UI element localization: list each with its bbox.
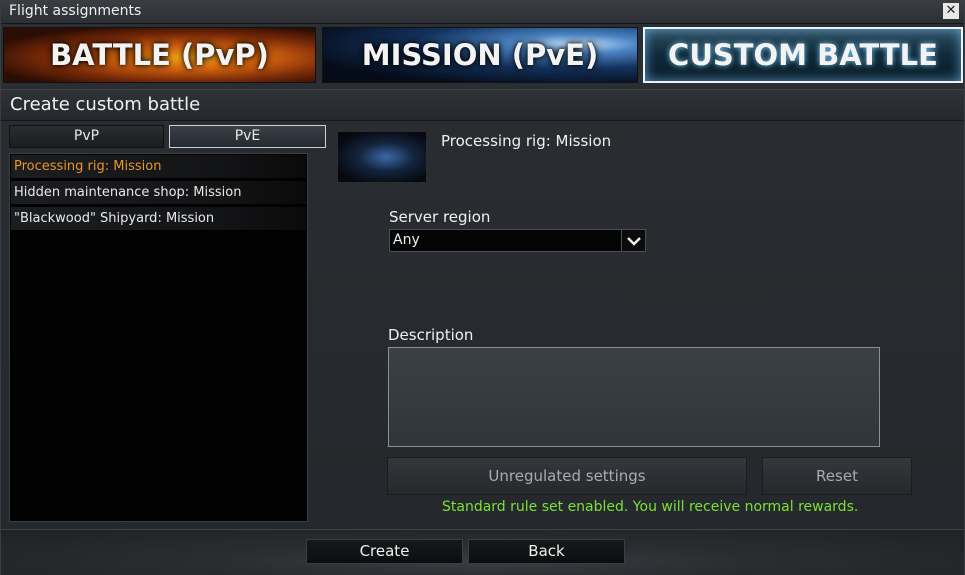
- mission-title: Processing rig: Mission: [441, 132, 612, 150]
- window-title: Flight assignments: [9, 3, 142, 19]
- tab-custom-battle[interactable]: CUSTOM BATTLE: [643, 27, 963, 83]
- close-button[interactable]: ✕: [943, 3, 959, 19]
- section-header: Create custom battle: [1, 89, 964, 121]
- back-button[interactable]: Back: [468, 539, 625, 564]
- mission-thumbnail: [337, 131, 427, 183]
- create-button[interactable]: Create: [306, 539, 463, 564]
- flight-assignments-window: Flight assignments ✕ BATTLE (PvP) MISSIO…: [0, 0, 965, 575]
- sub-tab-pvp[interactable]: PvP: [9, 125, 164, 148]
- chevron-down-icon[interactable]: [621, 230, 645, 251]
- sub-tab-pve[interactable]: PvE: [169, 125, 326, 148]
- status-text: Standard rule set enabled. You will rece…: [442, 499, 859, 515]
- description-label: Description: [388, 326, 474, 344]
- tab-mission-pve[interactable]: MISSION (PvE): [322, 27, 638, 83]
- close-icon: ✕: [945, 3, 957, 18]
- server-region-value: Any: [393, 232, 420, 248]
- section-title: Create custom battle: [10, 94, 201, 115]
- list-item[interactable]: Hidden maintenance shop: Mission: [11, 181, 306, 205]
- tab-battle-pvp-label: BATTLE (PvP): [50, 38, 269, 72]
- reset-button[interactable]: Reset: [762, 457, 912, 495]
- server-region-select[interactable]: Any: [389, 229, 646, 252]
- unregulated-settings-button[interactable]: Unregulated settings: [387, 457, 747, 495]
- server-region-label: Server region: [389, 208, 491, 226]
- tab-custom-battle-label: CUSTOM BATTLE: [668, 38, 938, 72]
- title-bar: Flight assignments ✕: [1, 1, 964, 24]
- list-item[interactable]: "Blackwood" Shipyard: Mission: [11, 207, 306, 231]
- list-item[interactable]: Processing rig: Mission: [11, 155, 306, 179]
- tab-mission-pve-label: MISSION (PvE): [361, 38, 599, 72]
- mission-list: Processing rig: Mission Hidden maintenan…: [9, 153, 308, 522]
- tab-battle-pvp[interactable]: BATTLE (PvP): [3, 27, 316, 83]
- description-field[interactable]: [388, 347, 880, 447]
